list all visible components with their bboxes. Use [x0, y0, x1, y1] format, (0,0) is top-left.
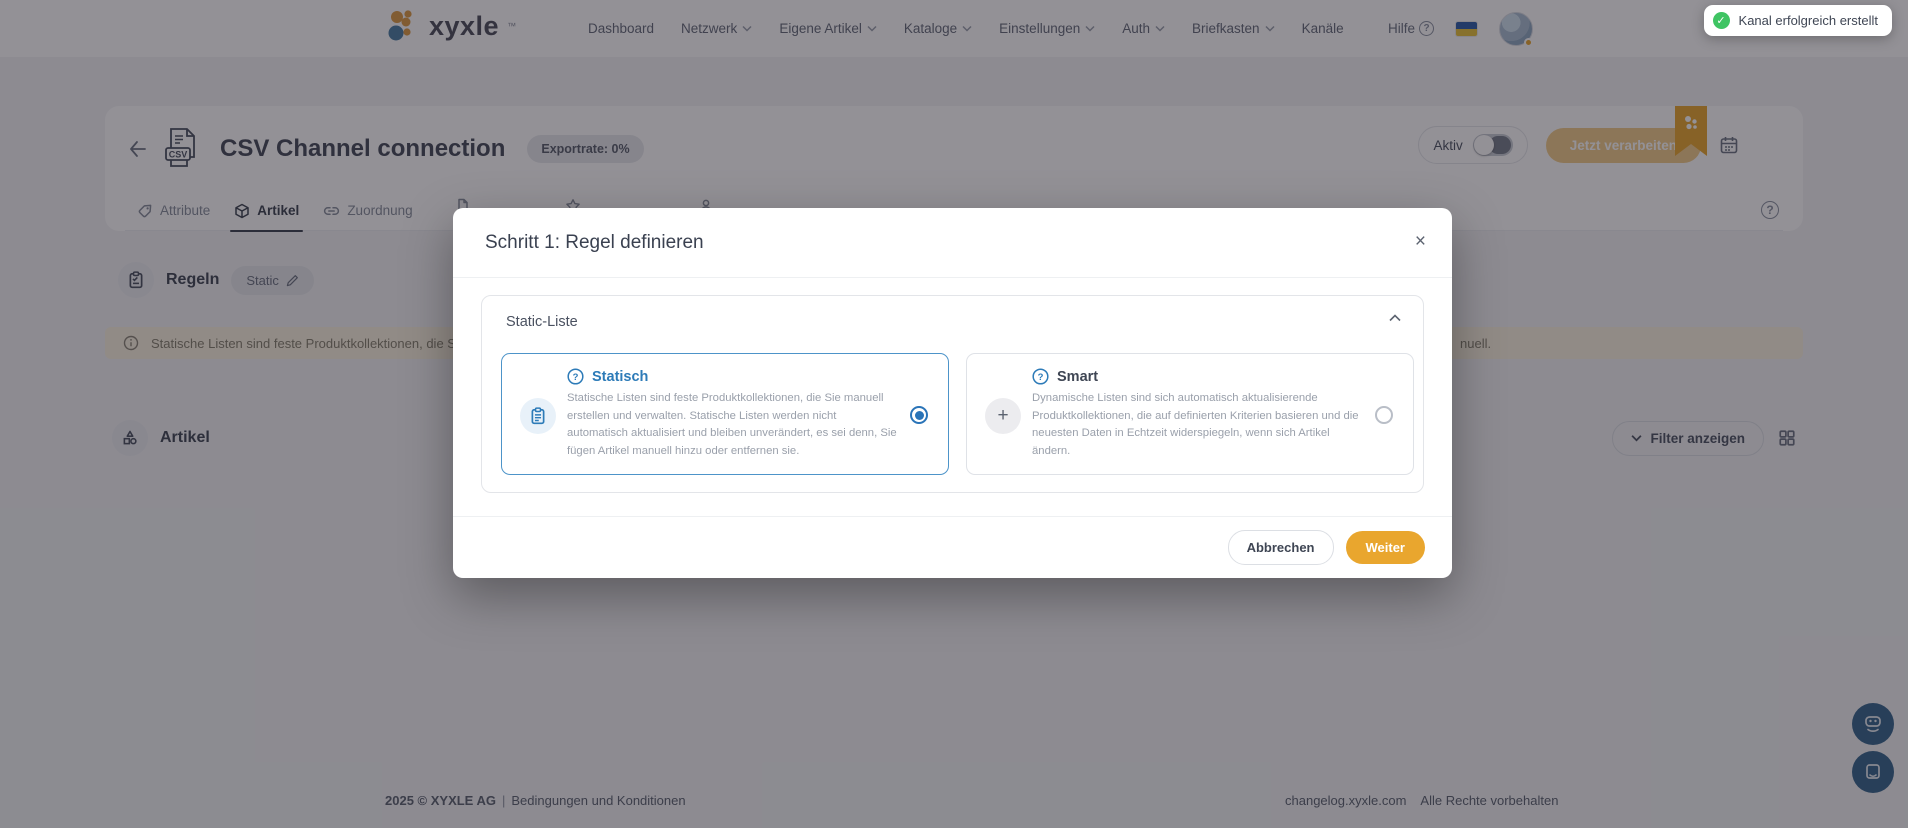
option-card-smart[interactable]: + ? Smart Dynamische Listen sind sich au… — [966, 353, 1414, 475]
question-circle-icon: ? — [567, 368, 584, 385]
close-icon[interactable]: × — [1415, 232, 1426, 251]
modal-footer: Abbrechen Weiter — [453, 516, 1452, 578]
option-description: Statische Listen sind feste Produktkolle… — [567, 392, 897, 457]
svg-text:?: ? — [573, 372, 579, 383]
static-liste-section: Static-Liste ? Statisch Statische Listen… — [481, 295, 1424, 493]
option-title: Statisch — [592, 368, 649, 385]
option-card-statisch[interactable]: ? Statisch Statische Listen sind feste P… — [501, 353, 949, 475]
toast-message: Kanal erfolgreich erstellt — [1738, 13, 1878, 28]
svg-text:?: ? — [1038, 372, 1044, 383]
rule-definition-modal: Schritt 1: Regel definieren × Static-Lis… — [453, 208, 1452, 578]
cancel-button[interactable]: Abbrechen — [1227, 530, 1334, 565]
plus-icon: + — [985, 398, 1021, 434]
success-toast[interactable]: ✓ Kanal erfolgreich erstellt — [1703, 5, 1892, 36]
chevron-up-icon[interactable] — [1389, 314, 1401, 322]
section-label: Static-Liste — [506, 314, 578, 330]
modal-header: Schritt 1: Regel definieren × — [453, 208, 1452, 278]
option-description: Dynamische Listen sind sich automatisch … — [1032, 392, 1359, 457]
radio-unselected[interactable] — [1375, 406, 1393, 424]
radio-selected[interactable] — [910, 406, 928, 424]
option-title: Smart — [1057, 368, 1099, 385]
question-circle-icon: ? — [1032, 368, 1049, 385]
clipboard-icon — [520, 398, 556, 434]
next-button[interactable]: Weiter — [1345, 531, 1425, 564]
check-circle-icon: ✓ — [1712, 12, 1730, 29]
modal-title: Schritt 1: Regel definieren — [485, 231, 704, 253]
